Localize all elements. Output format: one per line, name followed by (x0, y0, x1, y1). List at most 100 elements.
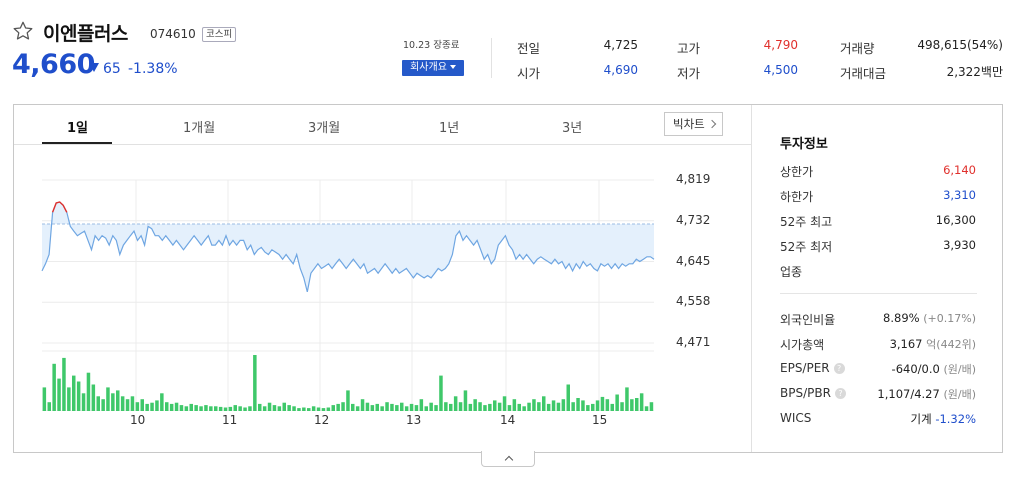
volume-bar (355, 406, 360, 411)
volume-bar (400, 402, 404, 411)
prev-close-label: 전일 (517, 41, 541, 56)
volume-bar (145, 403, 149, 411)
help-icon[interactable]: ? (834, 388, 846, 399)
volume-bar (297, 408, 301, 411)
investment-info-title: 투자정보 (780, 137, 828, 152)
volume-bar (165, 402, 169, 411)
volume-bar (346, 390, 350, 411)
upper-limit-value: 6,140 (943, 163, 976, 177)
high52-label: 52주 최고 (780, 215, 833, 229)
big-chart-button[interactable]: 빅차트 (664, 112, 723, 136)
tab-1day[interactable]: 1일 (67, 117, 88, 136)
volume-value: 498,615(54%) (917, 38, 1003, 52)
volume-bar (404, 406, 409, 411)
volume-bar (444, 402, 448, 411)
lower-limit-label: 하한가 (780, 190, 814, 204)
volume-bar (243, 407, 247, 411)
volume-bar (546, 403, 551, 411)
volume-bar (267, 402, 272, 411)
wics-label: WICS (780, 411, 812, 425)
bps-pbr: 1,107/4.27 (877, 387, 940, 401)
volume-bar (620, 402, 624, 411)
high-label: 고가 (677, 41, 701, 56)
volume-bar (390, 403, 394, 411)
volume-bar (360, 399, 365, 411)
price-change: 65 (103, 61, 121, 77)
y-tick-label: 4,471 (676, 335, 711, 349)
prev-close-value: 4,725 (603, 38, 638, 52)
market-badge: 코스피 (202, 27, 237, 42)
volume-bar (409, 403, 414, 411)
volume-bar (204, 405, 208, 411)
volume-bar (473, 399, 477, 411)
volume-bar (649, 402, 654, 411)
volume-bar (307, 408, 311, 411)
foreign-ratio-label: 외국인비율 (780, 313, 836, 327)
high-value: 4,790 (763, 38, 798, 52)
foreign-ratio-change: (+0.17%) (923, 312, 976, 325)
wics-change: -1.32% (935, 412, 976, 426)
trade-value-label: 거래대금 (840, 66, 887, 81)
volume-bar (571, 402, 575, 411)
low-value: 4,500 (763, 63, 798, 77)
volume-bar (194, 405, 198, 411)
tab-3year[interactable]: 3년 (562, 117, 582, 136)
volume-bar (507, 405, 512, 411)
price-change-pct: -1.38% (128, 61, 178, 77)
volume-bar (140, 399, 144, 411)
sector-label: 업종 (780, 265, 803, 279)
company-overview-button[interactable]: 회사개요 (402, 60, 464, 76)
volume-bar (47, 402, 51, 411)
star-icon[interactable] (12, 20, 34, 42)
volume-label: 거래량 (840, 41, 875, 56)
wics-sector[interactable]: 기계 (910, 412, 931, 426)
volume-bar (120, 396, 125, 411)
volume-bar (453, 396, 458, 411)
volume-bar (336, 403, 340, 411)
volume-bar (493, 400, 497, 411)
tab-1month[interactable]: 1개월 (183, 117, 215, 136)
foreign-ratio-value: 8.89% (+0.17%) (883, 311, 976, 325)
current-price: 4,660 (12, 49, 95, 80)
bps-pbr-text: BPS/PBR (780, 386, 831, 400)
bps-pbr-unit: (원/배) (943, 388, 976, 401)
volume-bar (581, 400, 585, 411)
volume-bar (463, 390, 468, 411)
volume-bar (223, 407, 228, 411)
volume-bar (419, 399, 424, 411)
x-tick-label: 11 (222, 413, 238, 427)
volume-bar (209, 406, 213, 411)
market-cap-unit: 억(442위) (926, 338, 976, 351)
volume-bar (478, 402, 482, 411)
volume-bar (370, 405, 375, 411)
x-tick-label: 12 (314, 413, 330, 427)
high52-value: 16,300 (935, 213, 976, 227)
price-area (42, 202, 654, 292)
tab-1year[interactable]: 1년 (439, 117, 459, 136)
x-tick-label: 10 (130, 413, 146, 427)
volume-bar (375, 403, 379, 411)
tab-3month[interactable]: 3개월 (308, 117, 340, 136)
volume-bar (262, 406, 267, 411)
volume-bar (497, 402, 502, 411)
volume-bar (277, 406, 282, 411)
expand-toggle-button[interactable] (481, 451, 535, 467)
volume-bar (644, 406, 649, 411)
volume-bar (326, 407, 331, 411)
eps-per-value: -640/0.0 (원/배) (892, 361, 976, 377)
volume-bar (341, 402, 345, 411)
volume-bar (537, 402, 541, 411)
divider (491, 38, 492, 78)
open-value: 4,690 (603, 63, 638, 77)
stock-name: 이엔플러스 (43, 23, 128, 45)
chevron-up-icon (504, 455, 514, 465)
volume-bar (130, 396, 135, 411)
bps-pbr-label: BPS/PBR? (780, 386, 846, 400)
volume-bar (316, 407, 321, 411)
volume-bar (135, 402, 140, 411)
volume-bar (67, 387, 71, 411)
volume-bar (302, 407, 306, 411)
help-icon[interactable]: ? (833, 363, 845, 374)
volume-bar (429, 402, 433, 411)
down-arrow-icon (89, 63, 99, 72)
